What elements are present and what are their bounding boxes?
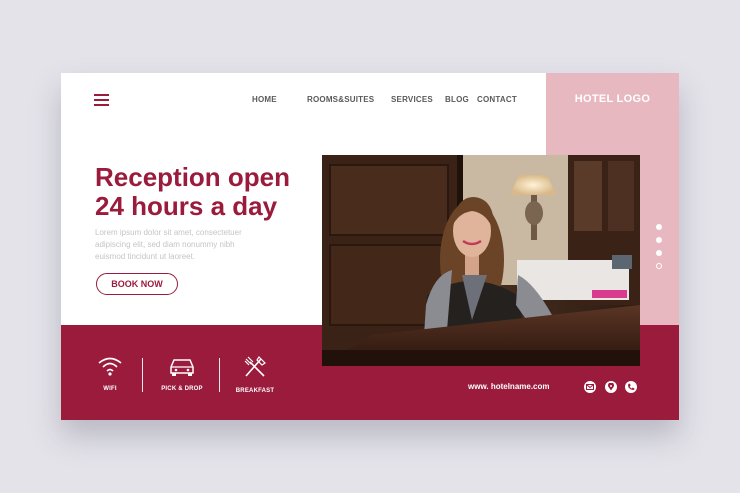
website-url[interactable]: www. hotelname.com: [468, 382, 550, 391]
wifi-icon: [98, 357, 122, 376]
nav-rooms-suites[interactable]: ROOMS&SUITES: [307, 95, 374, 104]
hotel-logo[interactable]: HOTEL LOGO: [546, 93, 679, 105]
divider: [142, 358, 143, 392]
description-line: euismod tincidunt ut laoreet.: [95, 252, 196, 261]
nav-blog[interactable]: BLOG: [445, 95, 469, 104]
divider: [219, 358, 220, 392]
description-line: Lorem ipsum dolor sit amet, consectetuer: [95, 228, 242, 237]
hero-headline: Reception open 24 hours a day: [95, 163, 335, 221]
feature-wifi-label: WIFI: [103, 386, 117, 392]
nav-contact[interactable]: CONTACT: [477, 95, 517, 104]
nav-services[interactable]: SERVICES: [391, 95, 433, 104]
book-now-button[interactable]: BOOK NOW: [96, 273, 178, 295]
hero-description: Lorem ipsum dolor sit amet, consectetuer…: [95, 227, 265, 263]
description-line: adipiscing elit, sed diam nonummy nibh: [95, 240, 235, 249]
slider-dot-3[interactable]: [656, 250, 662, 256]
mail-icon[interactable]: [584, 381, 596, 393]
feature-breakfast: BREAKFAST: [234, 355, 276, 394]
headline-line-1: Reception open: [95, 162, 291, 192]
feature-pick-drop: PICK & DROP: [161, 355, 203, 392]
receptionist-photo: [322, 155, 640, 366]
slider-dots: [656, 224, 662, 276]
hamburger-menu-icon[interactable]: [94, 94, 109, 106]
fork-knife-icon: [244, 356, 266, 377]
feature-breakfast-label: BREAKFAST: [235, 388, 275, 394]
phone-icon[interactable]: [625, 381, 637, 393]
slider-dot-1[interactable]: [656, 224, 662, 230]
feature-pick-drop-label: PICK & DROP: [161, 386, 203, 392]
location-icon[interactable]: [605, 381, 617, 393]
headline-line-2: 24 hours a day: [95, 191, 278, 221]
slider-dot-2[interactable]: [656, 237, 662, 243]
feature-wifi: WIFI: [95, 355, 125, 392]
nav-home[interactable]: HOME: [252, 95, 277, 104]
slider-dot-4[interactable]: [656, 263, 662, 269]
car-icon: [170, 359, 194, 376]
landing-page-card: HOTEL LOGO HOME ROOMS&SUITES SERVICES BL…: [61, 73, 679, 420]
